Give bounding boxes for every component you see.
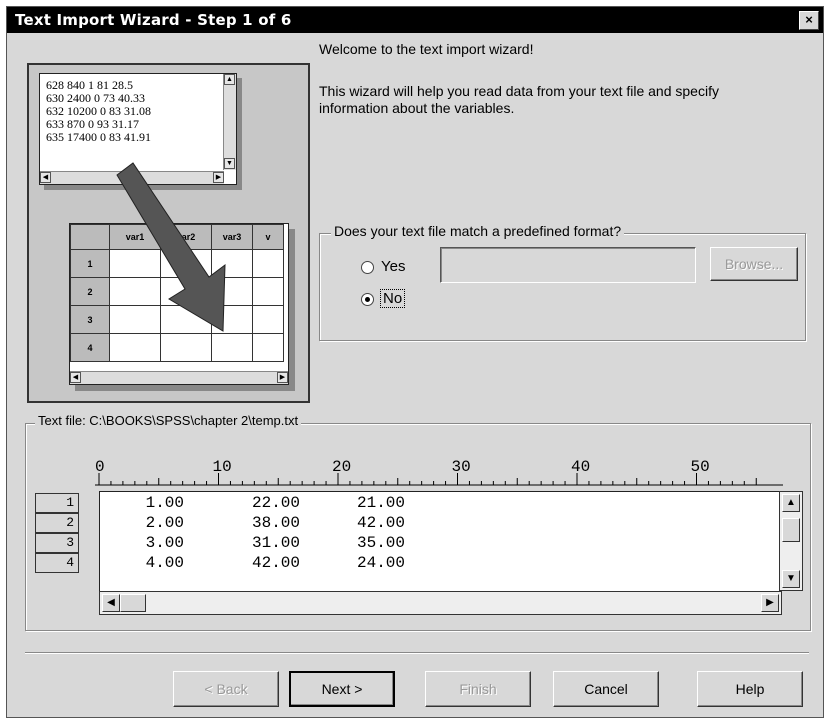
text-import-wizard-window: Text Import Wizard - Step 1 of 6 × 628 8… — [6, 6, 824, 718]
window-title: Text Import Wizard - Step 1 of 6 — [15, 11, 292, 29]
preview-cell: 35.00 — [356, 534, 405, 552]
row-number-header: 3 — [35, 533, 79, 553]
ruler-label: 50 — [691, 458, 710, 476]
preview-horizontal-scrollbar[interactable]: ◀ ▶ — [99, 591, 782, 615]
preview-cell: 31.00 — [251, 534, 300, 552]
preview-cell: 4.00 — [145, 554, 184, 572]
scroll-left-arrow-icon[interactable]: ◀ — [102, 594, 120, 612]
wizard-illustration: 628 840 1 81 28.5 630 2400 0 73 40.33 63… — [27, 63, 310, 403]
no-radio[interactable] — [361, 293, 374, 306]
text-file-path-label: Text file: C:\BOOKS\SPSS\chapter 2\temp.… — [35, 413, 302, 428]
preview-row: 1.00 22.00 21.00 — [100, 494, 500, 514]
ruler-label: 0 — [95, 458, 105, 476]
vertical-scroll-thumb[interactable] — [782, 518, 800, 542]
horizontal-scroll-thumb[interactable] — [120, 594, 146, 612]
ruler-label: 20 — [332, 458, 351, 476]
column-ruler: 0 10 20 30 40 50 — [95, 458, 783, 486]
next-button[interactable]: Next > — [289, 671, 395, 707]
wizard-description: This wizard will help you read data from… — [319, 83, 719, 116]
scroll-down-arrow-icon[interactable]: ▼ — [782, 570, 800, 588]
row-number-header: 1 — [35, 493, 79, 513]
ruler-label: 10 — [213, 458, 232, 476]
yes-radio-label[interactable]: Yes — [381, 258, 405, 275]
preview-cell: 3.00 — [145, 534, 184, 552]
title-bar: Text Import Wizard - Step 1 of 6 × — [7, 7, 823, 33]
browse-button[interactable]: Browse... — [710, 247, 798, 281]
help-button[interactable]: Help — [697, 671, 803, 707]
no-radio-label[interactable]: No — [379, 289, 406, 308]
ruler-label: 30 — [452, 458, 471, 476]
yes-radio[interactable] — [361, 261, 374, 274]
predefined-format-path-field[interactable] — [440, 247, 696, 283]
preview-row: 4.00 42.00 24.00 — [100, 554, 500, 574]
ruler-label: 40 — [571, 458, 590, 476]
preview-vertical-scrollbar[interactable]: ▲ ▼ — [779, 491, 803, 591]
preview-cell: 24.00 — [356, 554, 405, 572]
text-file-preview[interactable]: 1.00 22.00 21.00 2.00 38.00 42.00 3.00 3… — [99, 491, 781, 593]
preview-cell: 21.00 — [356, 494, 405, 512]
cancel-button[interactable]: Cancel — [553, 671, 659, 707]
back-button[interactable]: < Back — [173, 671, 279, 707]
preview-cell: 1.00 — [145, 494, 184, 512]
row-number-header: 4 — [35, 553, 79, 573]
row-number-header: 2 — [35, 513, 79, 533]
finish-button[interactable]: Finish — [425, 671, 531, 707]
preview-cell: 38.00 — [251, 514, 300, 532]
close-button[interactable]: × — [799, 11, 819, 30]
preview-cell: 42.00 — [251, 554, 300, 572]
import-arrow-icon — [116, 162, 226, 332]
preview-row: 3.00 31.00 35.00 — [100, 534, 500, 554]
scroll-right-arrow-icon[interactable]: ▶ — [761, 594, 779, 612]
preview-row: 2.00 38.00 42.00 — [100, 514, 500, 534]
preview-cell: 22.00 — [251, 494, 300, 512]
predefined-format-question: Does your text file match a predefined f… — [331, 223, 625, 239]
scroll-up-arrow-icon[interactable]: ▲ — [782, 494, 800, 512]
preview-cell: 2.00 — [145, 514, 184, 532]
preview-cell: 42.00 — [356, 514, 405, 532]
button-separator — [25, 652, 809, 654]
welcome-text: Welcome to the text import wizard! — [319, 41, 534, 57]
